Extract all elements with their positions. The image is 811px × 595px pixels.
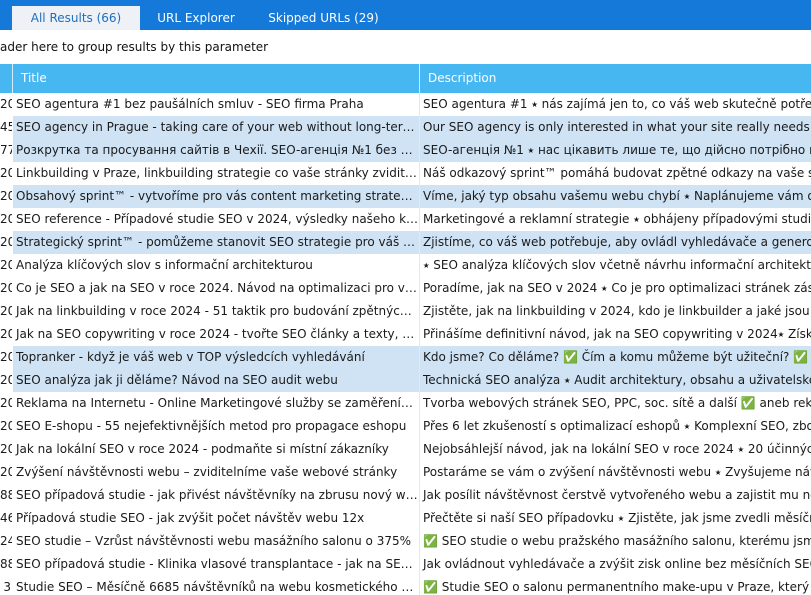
- table-row[interactable]: 20 SEO agentura #1 bez paušálních smluv -…: [0, 93, 811, 116]
- table-row[interactable]: 20 Jak na lokální SEO v roce 2024 - podma…: [0, 438, 811, 461]
- cell-title[interactable]: Co je SEO a jak na SEO v roce 2024. Návo…: [13, 277, 419, 300]
- cell-description[interactable]: Poradíme, jak na SEO v 2024 ⭑ Co je pro …: [420, 277, 811, 300]
- cell-title[interactable]: Studie SEO – Měsíčně 6685 návštěvníků na…: [13, 576, 419, 595]
- group-by-drop-area[interactable]: ader here to group results by this param…: [0, 30, 811, 64]
- cell-title[interactable]: SEO studie – Vzrůst návštěvnosti webu ma…: [13, 530, 419, 553]
- cell-title[interactable]: Případová studie SEO - jak zvýšit počet …: [13, 507, 419, 530]
- table-row[interactable]: 46 Případová studie SEO - jak zvýšit poče…: [0, 507, 811, 530]
- row-number: 20: [0, 419, 12, 433]
- cell-title[interactable]: Jak na SEO copywriting v roce 2024 - tvo…: [13, 323, 419, 346]
- cell-title[interactable]: SEO analýza jak ji děláme? Návod na SEO …: [13, 369, 419, 392]
- cell-description[interactable]: Přinášíme definitivní návod, jak na SEO …: [420, 323, 811, 346]
- column-header-description[interactable]: Description: [420, 64, 811, 93]
- row-number: 88: [0, 488, 12, 502]
- cell-description[interactable]: Zjistěte, jak na linkbuilding v 2024, kd…: [420, 300, 811, 323]
- results-grid: 20 SEO agentura #1 bez paušálních smluv -…: [0, 93, 811, 595]
- cell-description[interactable]: Postaráme se vám o zvýšení návštěvnosti …: [420, 461, 811, 484]
- row-number: 20: [0, 396, 12, 410]
- cell-title[interactable]: SEO případová studie - jak přivést návšt…: [13, 484, 419, 507]
- table-row[interactable]: 24 SEO studie – Vzrůst návštěvnosti webu …: [0, 530, 811, 553]
- table-row[interactable]: 20 Linkbuilding v Praze, linkbuilding str…: [0, 162, 811, 185]
- cell-description[interactable]: Náš odkazový sprint™ pomáhá budovat zpět…: [420, 162, 811, 185]
- results-tabbar: All Results (66) URL Explorer Skipped UR…: [0, 0, 811, 30]
- row-number: 20: [0, 281, 12, 295]
- row-number: 20: [0, 185, 12, 208]
- cell-title[interactable]: SEO E-shopu - 55 nejefektivnějších metod…: [13, 415, 419, 438]
- cell-title[interactable]: Reklama na Internetu - Online Marketingo…: [13, 392, 419, 415]
- cell-title[interactable]: Jak na lokální SEO v roce 2024 - podmaňt…: [13, 438, 419, 461]
- cell-title[interactable]: SEO agency in Prague - taking care of yo…: [13, 116, 419, 139]
- row-number: 45: [0, 116, 12, 139]
- table-row[interactable]: 88 SEO případová studie - jak přivést náv…: [0, 484, 811, 507]
- row-number: 20: [0, 442, 12, 456]
- row-number: 20: [0, 97, 12, 111]
- table-row[interactable]: 20 Obsahový sprint™ - vytvoříme pro vás c…: [0, 185, 811, 208]
- cell-description[interactable]: SEO agentura #1 ⭑ nás zajímá jen to, co …: [420, 93, 811, 116]
- table-row[interactable]: 45 SEO agency in Prague - taking care of …: [0, 116, 811, 139]
- table-row[interactable]: 77 Розкрутка та просування сайтів в Чехії…: [0, 139, 811, 162]
- cell-title[interactable]: SEO reference - Případové studie SEO v 2…: [13, 208, 419, 231]
- row-number: 46: [0, 511, 12, 525]
- cell-description[interactable]: Tvorba webových stránek SEO, PPC, soc. s…: [420, 392, 811, 415]
- tab-all-results[interactable]: All Results (66): [12, 6, 140, 30]
- table-row[interactable]: 20 SEO reference - Případové studie SEO v…: [0, 208, 811, 231]
- cell-description[interactable]: Víme, jaký typ obsahu vašemu webu chybí …: [420, 185, 811, 208]
- row-number: 20: [0, 346, 12, 369]
- cell-title[interactable]: Topranker - když je váš web v TOP výsled…: [13, 346, 419, 369]
- row-number: 20: [0, 327, 12, 341]
- cell-description[interactable]: Jak ovládnout vyhledávače a zvýšit zisk …: [420, 553, 811, 576]
- table-row[interactable]: 88 SEO případová studie - Klinika vlasové…: [0, 553, 811, 576]
- cell-title[interactable]: Linkbuilding v Praze, linkbuilding strat…: [13, 162, 419, 185]
- cell-description[interactable]: ✅ SEO studie o webu pražského masážního …: [420, 530, 811, 553]
- cell-description[interactable]: SEO-агенція №1 ⭑ нас цікавить лише те, щ…: [420, 139, 811, 162]
- row-number: 20: [0, 166, 12, 180]
- table-row[interactable]: 3 Studie SEO – Měsíčně 6685 návštěvníků n…: [0, 576, 811, 595]
- cell-title[interactable]: SEO případová studie - Klinika vlasové t…: [13, 553, 419, 576]
- table-row[interactable]: 20 SEO E-shopu - 55 nejefektivnějších met…: [0, 415, 811, 438]
- cell-description[interactable]: ✅ Studie SEO o salonu permanentního make…: [420, 576, 811, 595]
- row-number: 3: [3, 580, 11, 594]
- cell-title[interactable]: Zvýšení návštěvnosti webu – zviditelníme…: [13, 461, 419, 484]
- table-row[interactable]: 20 Topranker - když je váš web v TOP výsl…: [0, 346, 811, 369]
- row-number: 20: [0, 231, 12, 254]
- row-number: 20: [0, 369, 12, 392]
- cell-description[interactable]: Přečtěte si naší SEO případovku ⭑ Zjistě…: [420, 507, 811, 530]
- table-row[interactable]: 20 Reklama na Internetu - Online Marketin…: [0, 392, 811, 415]
- row-number: 20: [0, 212, 12, 226]
- cell-title[interactable]: Obsahový sprint™ - vytvoříme pro vás con…: [13, 185, 419, 208]
- cell-title[interactable]: Розкрутка та просування сайтів в Чехії. …: [13, 139, 419, 162]
- row-number: 20: [0, 465, 12, 479]
- cell-description[interactable]: Kdo jsme? Co děláme? ✅ Čím a komu můžeme…: [420, 346, 811, 369]
- cell-description[interactable]: Technická SEO analýza ⭑ Audit architektu…: [420, 369, 811, 392]
- cell-description[interactable]: Jak posílit návštěvnost čerstvě vytvořen…: [420, 484, 811, 507]
- cell-description[interactable]: Marketingové a reklamní strategie ⭑ obhá…: [420, 208, 811, 231]
- row-number: 20: [0, 304, 12, 318]
- tab-url-explorer[interactable]: URL Explorer: [146, 6, 246, 30]
- table-header: Title Description: [0, 64, 811, 93]
- table-row[interactable]: 20 SEO analýza jak ji děláme? Návod na SE…: [0, 369, 811, 392]
- row-number: 88: [0, 557, 12, 571]
- cell-title[interactable]: Jak na linkbuilding v roce 2024 - 51 tak…: [13, 300, 419, 323]
- cell-title[interactable]: Analýza klíčových slov s informační arch…: [13, 254, 419, 277]
- group-by-hint-text: ader here to group results by this param…: [0, 40, 269, 54]
- table-row[interactable]: 20 Strategický sprint™ - pomůžeme stanovi…: [0, 231, 811, 254]
- cell-description[interactable]: ⭑ SEO analýza klíčových slov včetně návr…: [420, 254, 811, 277]
- table-row[interactable]: 20 Zvýšení návštěvnosti webu – zviditelní…: [0, 461, 811, 484]
- column-header-title[interactable]: Title: [13, 64, 419, 93]
- cell-title[interactable]: SEO agentura #1 bez paušálních smluv - S…: [13, 93, 419, 116]
- cell-description[interactable]: Zjistíme, co váš web potřebuje, aby ovlá…: [420, 231, 811, 254]
- cell-description[interactable]: Nejobsáhlejší návod, jak na lokální SEO …: [420, 438, 811, 461]
- table-row[interactable]: 20 Jak na SEO copywriting v roce 2024 - t…: [0, 323, 811, 346]
- table-row[interactable]: 20 Jak na linkbuilding v roce 2024 - 51 t…: [0, 300, 811, 323]
- table-row[interactable]: 20 Co je SEO a jak na SEO v roce 2024. Ná…: [0, 277, 811, 300]
- row-number: 20: [0, 258, 12, 272]
- cell-description[interactable]: Přes 6 let zkušeností s optimalizací esh…: [420, 415, 811, 438]
- cell-title[interactable]: Strategický sprint™ - pomůžeme stanovit …: [13, 231, 419, 254]
- table-row[interactable]: 20 Analýza klíčových slov s informační ar…: [0, 254, 811, 277]
- row-number: 77: [0, 139, 12, 162]
- row-number: 24: [0, 534, 12, 548]
- cell-description[interactable]: Our SEO agency is only interested in wha…: [420, 116, 811, 139]
- tab-skipped-urls[interactable]: Skipped URLs (29): [256, 6, 391, 30]
